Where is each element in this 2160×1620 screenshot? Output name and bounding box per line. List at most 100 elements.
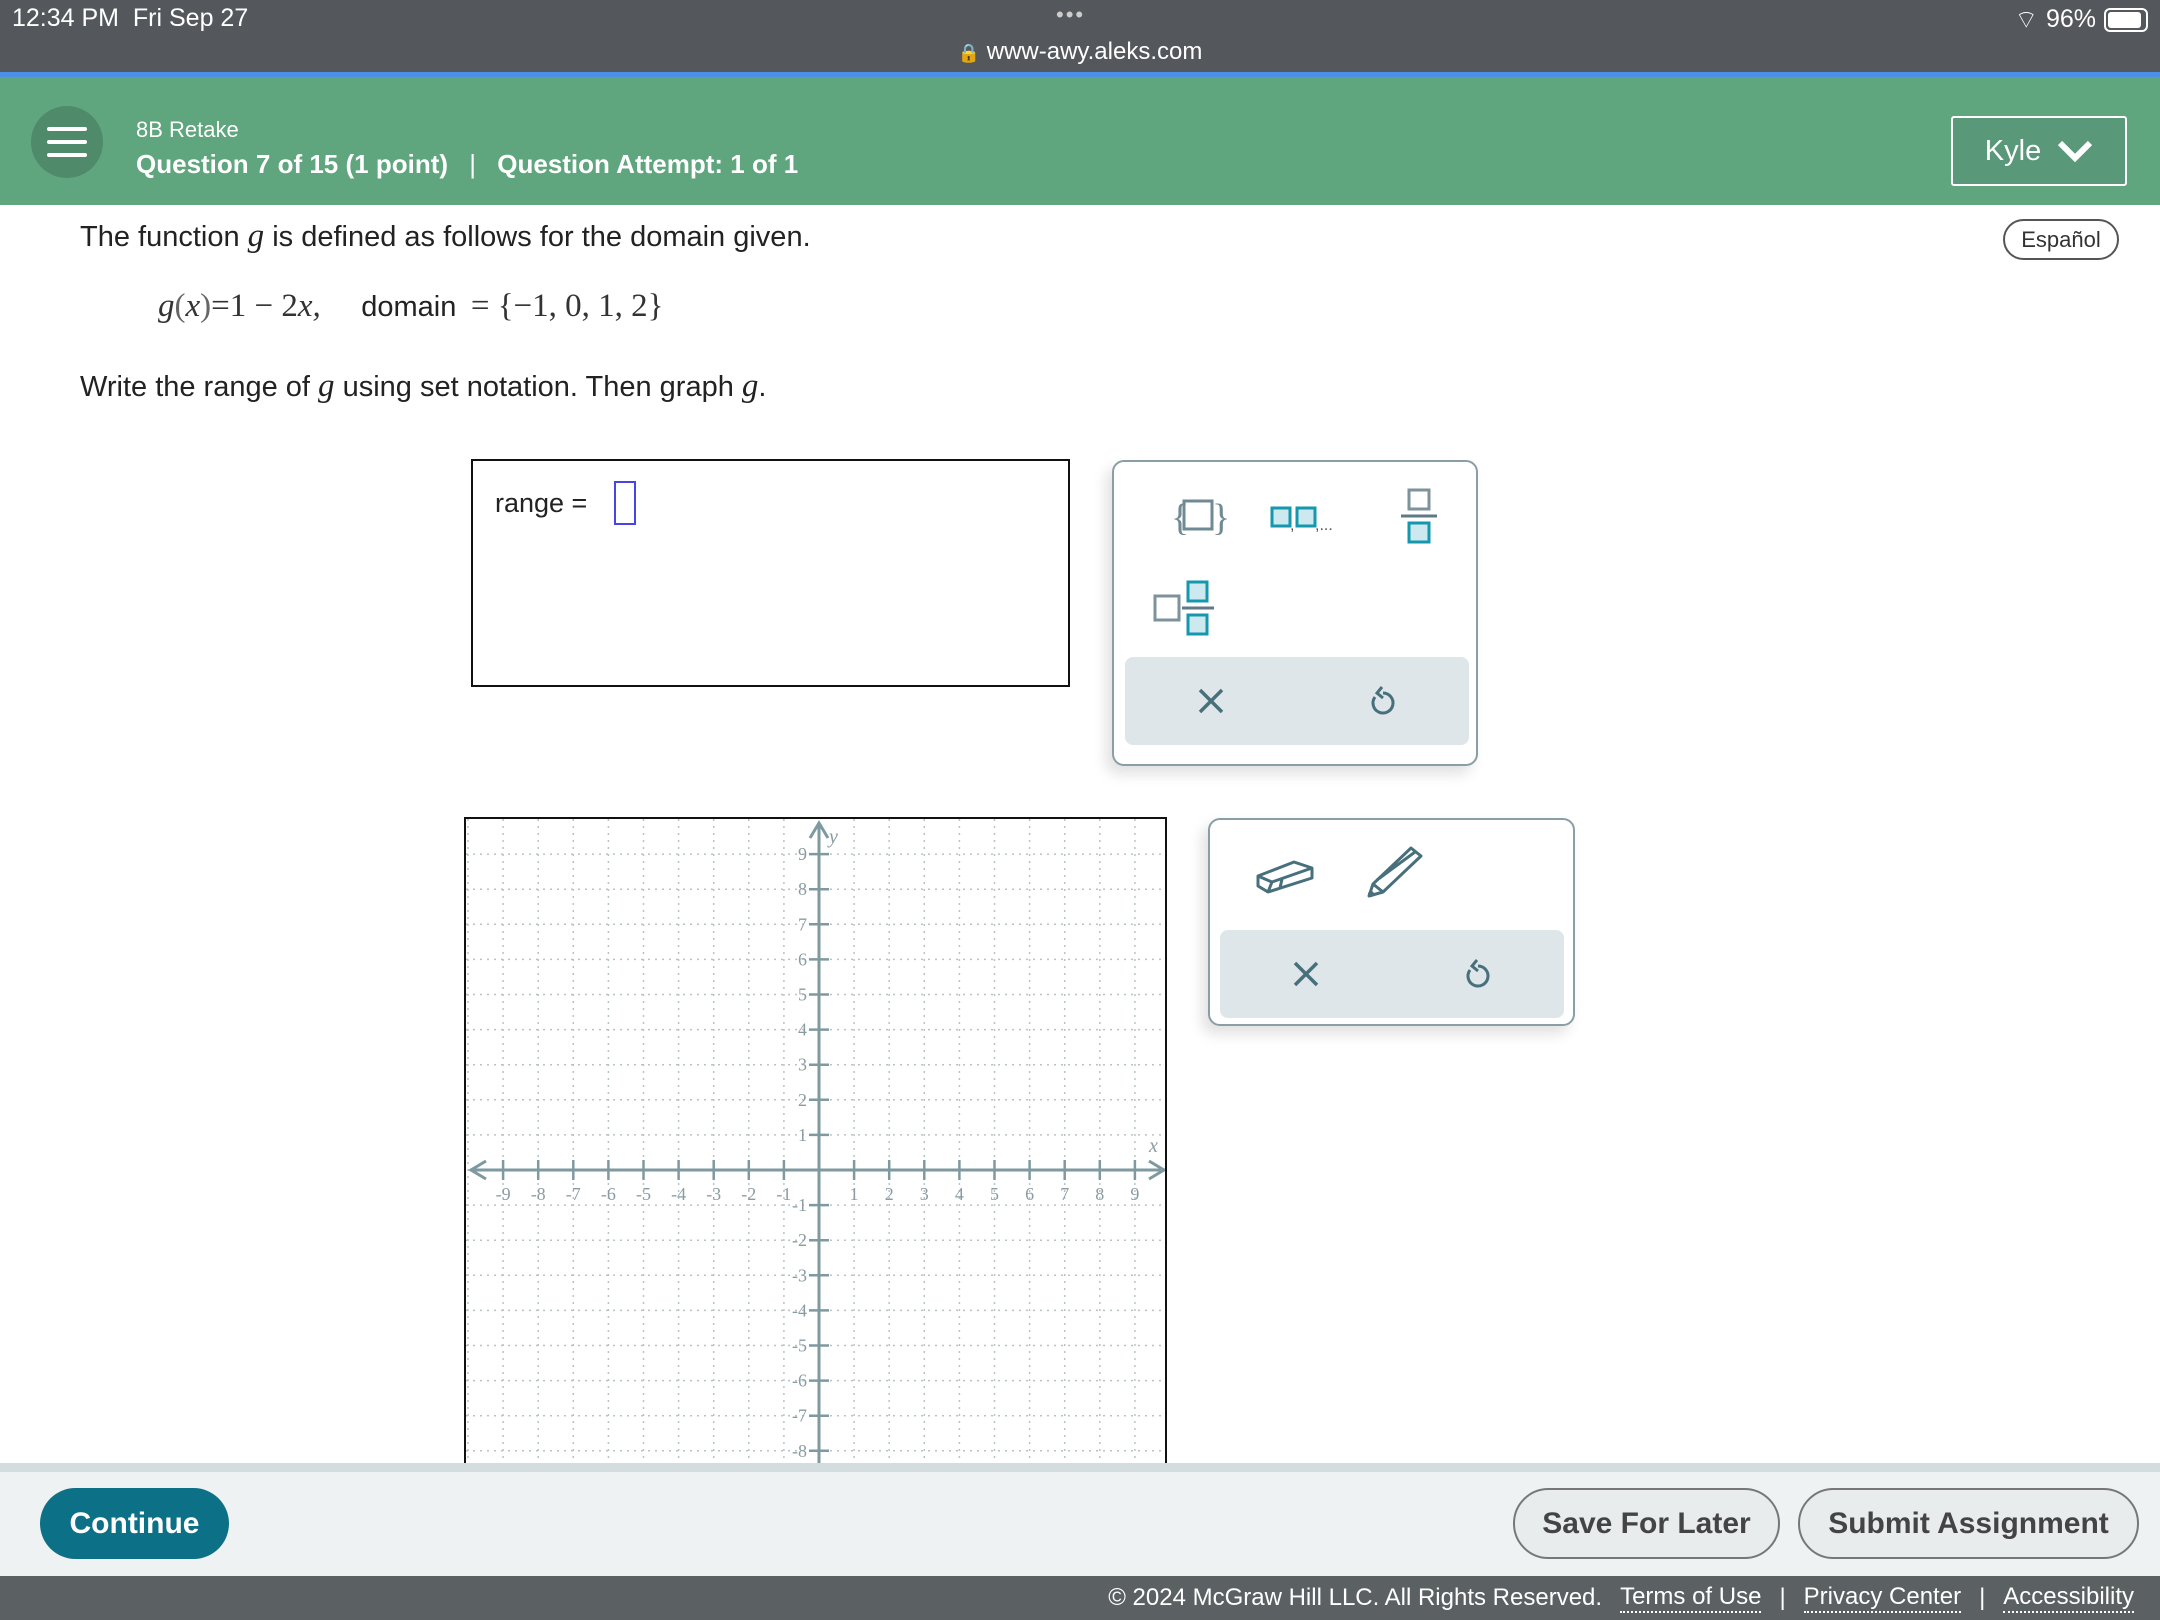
y-tick-label: 8 [798, 879, 807, 899]
y-tick-label: 5 [798, 985, 807, 1005]
text: is defined as follows for the domain giv… [264, 221, 811, 253]
svg-text:,...: ,... [1315, 517, 1333, 532]
y-axis-label: y [827, 826, 838, 848]
submit-assignment-button[interactable]: Submit Assignment [1798, 1488, 2139, 1559]
separator: | [1779, 1584, 1786, 1611]
accessibility-link[interactable]: Accessibility [2003, 1583, 2134, 1613]
x-tick-label: -8 [531, 1184, 546, 1204]
status-time: 12:34 PM Fri Sep 27 [12, 4, 249, 32]
app-header: 8B Retake Question 7 of 15 (1 point) | Q… [0, 77, 2160, 205]
y-tick-label: -1 [792, 1195, 807, 1215]
course-title: 8B Retake [136, 117, 239, 142]
y-tick-label: 9 [798, 844, 807, 864]
x-tick-label: 1 [850, 1184, 859, 1204]
chevron-down-icon [2058, 140, 2093, 163]
x-tick-label: 6 [1025, 1184, 1034, 1204]
x-tick-label: 9 [1130, 1184, 1139, 1204]
divider [0, 1463, 2160, 1472]
keypad-actions [1125, 657, 1469, 745]
range-input[interactable] [614, 481, 636, 525]
question-attempt: Question Attempt: 1 of 1 [497, 149, 799, 179]
text: Write the range of [80, 371, 319, 403]
user-menu-button[interactable]: Kyle [1951, 116, 2127, 186]
task-instruction: Write the range of g using set notation.… [80, 368, 766, 405]
address-bar[interactable]: 🔒 www-awy.aleks.com [0, 38, 2160, 66]
x-tick-label: -6 [601, 1184, 616, 1204]
y-tick-label: 3 [798, 1055, 807, 1075]
domain-label: domain [361, 291, 457, 323]
x-tick-label: 4 [955, 1184, 964, 1204]
x-tick-label: 5 [990, 1184, 999, 1204]
separator: | [1979, 1584, 1986, 1611]
range-label: range = [495, 488, 588, 518]
x-tick-label: -2 [741, 1184, 756, 1204]
text: using set notation. Then graph [334, 371, 742, 403]
x-tick-label: -1 [776, 1184, 791, 1204]
graph-canvas[interactable]: -9 -8 -7 -6 -5 -4 -3 -2 -1 1 2 3 4 5 6 7 8 9 -8 -7 -6 -5 -4 -3-… [464, 817, 1167, 1463]
coordinate-plane[interactable]: -9 -8 -7 -6 -5 -4 -3 -2 -1 1 2 3 4 5 6 7 8 9-8-7-6-5-4-3-… [466, 819, 1167, 1463]
set-braces-button[interactable]: {} [1144, 482, 1254, 552]
copyright: © 2024 McGraw Hill LLC. All Rights Reser… [1108, 1584, 1603, 1611]
text: . [758, 371, 767, 403]
x-tick-label: 2 [885, 1184, 894, 1204]
expr: =1 − 2 [211, 288, 298, 324]
eraser-button[interactable] [1230, 832, 1340, 912]
wifi-icon: ⌔ [2014, 6, 2038, 34]
fraction-button[interactable] [1364, 482, 1474, 552]
svg-text:,: , [1290, 517, 1294, 532]
math-keypad: {} ,,... [1112, 460, 1478, 766]
user-name: Kyle [1984, 134, 2042, 167]
y-tick-label: 2 [798, 1090, 807, 1110]
svg-text:}: } [1212, 497, 1227, 539]
more-dots-icon[interactable]: ••• [1056, 2, 1085, 28]
privacy-link[interactable]: Privacy Center [1803, 1583, 1962, 1613]
set-braces-icon: {} [1171, 497, 1227, 539]
y-tick-label: -6 [792, 1371, 807, 1391]
y-tick-label: -5 [792, 1336, 807, 1356]
clear-graph-button[interactable] [1220, 930, 1392, 1018]
y-tick-label: 1 [798, 1125, 807, 1145]
clear-button[interactable] [1125, 657, 1297, 745]
var: g [741, 368, 759, 404]
save-for-later-button[interactable]: Save For Later [1513, 1488, 1780, 1559]
y-tick-label: -2 [792, 1230, 807, 1250]
graph-tool-actions [1220, 930, 1564, 1018]
x-tick-label: -4 [671, 1184, 686, 1204]
mixed-number-button[interactable] [1134, 574, 1234, 644]
y-tick-label: 7 [798, 914, 807, 934]
y-tick-label: -3 [792, 1265, 807, 1285]
lock-icon: 🔒 [957, 43, 981, 63]
eraser-icon [1256, 860, 1314, 894]
status-right: ⌔ 96% [2014, 4, 2148, 35]
var: g [247, 218, 265, 254]
close-icon [1198, 688, 1224, 714]
menu-button[interactable] [31, 106, 103, 178]
question-number: Question 7 of 15 (1 point) [136, 149, 449, 179]
graph-tools [1208, 818, 1575, 1026]
function-definition: g(x)=1 − 2x, domain = {−1, 0, 1, 2} [158, 288, 664, 324]
var: g [318, 368, 335, 404]
url-text: www-awy.aleks.com [986, 38, 1203, 65]
terms-link[interactable]: Terms of Use [1620, 1583, 1762, 1613]
continue-button[interactable]: Continue [40, 1488, 229, 1559]
var: x [185, 288, 201, 324]
pencil-button[interactable] [1340, 832, 1450, 912]
answer-box[interactable]: range = [471, 459, 1070, 687]
list-button[interactable]: ,,... [1254, 482, 1364, 552]
bottom-bar: Continue Save For Later Submit Assignmen… [0, 1472, 2160, 1576]
undo-button[interactable] [1297, 657, 1469, 745]
mixed-number-icon [1153, 580, 1214, 636]
undo-graph-button[interactable] [1392, 930, 1564, 1018]
pencil-icon [1367, 846, 1423, 898]
var: x, [297, 288, 321, 324]
y-tick-label: -8 [792, 1441, 807, 1461]
problem-intro: The function g is defined as follows for… [80, 218, 811, 255]
x-tick-label: -3 [706, 1184, 721, 1204]
x-tick-label: 3 [920, 1184, 929, 1204]
x-tick-label: 8 [1095, 1184, 1104, 1204]
svg-text:{: { [1171, 497, 1189, 539]
close-icon [1293, 961, 1319, 987]
question-info: Question 7 of 15 (1 point) | Question At… [136, 149, 798, 180]
footer: © 2024 McGraw Hill LLC. All Rights Reser… [0, 1576, 2160, 1620]
espanol-button[interactable]: Español [2003, 219, 2119, 260]
